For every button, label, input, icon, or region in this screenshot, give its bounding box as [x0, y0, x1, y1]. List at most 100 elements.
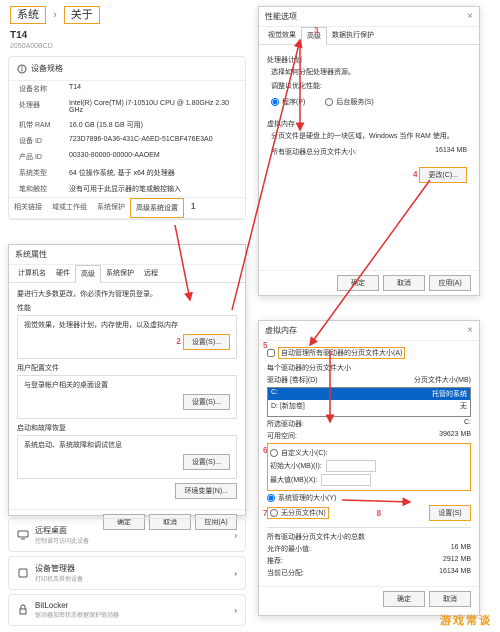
radio-no-paging[interactable]: 无分页文件(N): [267, 507, 329, 519]
bitlocker-item[interactable]: BitLocker驱动器加密状态根据保护驱动器 ›: [8, 594, 246, 626]
init-label: 初始大小(MB)(I):: [270, 461, 322, 471]
drive-list[interactable]: C:托管的系统 D: [新加卷]无: [267, 387, 471, 417]
link-related: 相关链接: [9, 198, 47, 218]
drive-c: C:托管的系统: [268, 388, 470, 400]
tab-dep[interactable]: 数据执行保护: [327, 27, 379, 44]
perf-label: 性能: [17, 303, 237, 313]
sysprops-intro: 要进行大多数更改，你必须作为管理员登录。: [17, 289, 237, 299]
watermark: 游戏常谈: [440, 612, 492, 628]
radio-system-managed[interactable]: 系统管理的大小(Y): [267, 493, 471, 503]
close-icon[interactable]: ×: [467, 325, 473, 336]
perf-desc: 视觉效果，处理器计划，内存使用，以及虚拟内存: [24, 320, 230, 330]
chevron-right-icon: ›: [234, 569, 237, 578]
auto-manage-checkbox[interactable]: 自动管理所有驱动器的分页文件大小(A): [267, 347, 471, 359]
bottom-settings-list: 远程桌面控制谁可访问此设备 › 设备管理器打印机及其他设备 › BitLocke…: [8, 518, 246, 630]
chevron-right-icon: ›: [234, 531, 237, 540]
perfopts-ok-button[interactable]: 确定: [337, 275, 379, 291]
related-links: 相关链接 域或工作组 系统保护 高级系统设置 1: [9, 197, 245, 219]
link-domain[interactable]: 域或工作组: [47, 198, 92, 218]
tab-sysprotect[interactable]: 系统保护: [101, 265, 139, 282]
userprof-label: 用户配置文件: [17, 363, 237, 373]
vm-total-label: 所有驱动器总分页文件大小:: [271, 147, 357, 157]
device-icon: [17, 567, 29, 579]
env-vars-button[interactable]: 环境变量(N)...: [175, 483, 237, 499]
max-size-input[interactable]: [321, 474, 371, 486]
total-header: 所有驱动器分页文件大小的总数: [267, 532, 471, 542]
startup-settings-button[interactable]: 设置(S)...: [183, 454, 230, 470]
rec-label: 推荐:: [267, 556, 283, 566]
init-size-input[interactable]: [326, 460, 376, 472]
close-icon[interactable]: ×: [467, 11, 473, 22]
marker-4: 4: [413, 170, 417, 179]
perfopts-cancel-button[interactable]: 取消: [383, 275, 425, 291]
spec-id-lbl: 设备 ID: [19, 136, 69, 146]
selected-drive-value: C:: [464, 419, 471, 429]
sched-desc: 选择如何分配处理器资源。: [271, 67, 467, 77]
device-manager-item[interactable]: 设备管理器打印机及其他设备 ›: [8, 556, 246, 590]
radio-programs[interactable]: 程序(P): [271, 97, 305, 107]
crumb-about[interactable]: 关于: [64, 6, 100, 24]
spec-cpu-val: Intel(R) Core(TM) i7-10510U CPU @ 1.80GH…: [69, 100, 235, 114]
tab-advanced[interactable]: 高级: [75, 265, 101, 283]
drive-d: D: [新加卷]无: [268, 400, 470, 412]
spec-ram-val: 16.0 GB (15.8 GB 可用): [69, 120, 235, 130]
chevron-right-icon: ›: [234, 606, 237, 615]
vm-change-button[interactable]: 更改(C)...: [419, 167, 467, 183]
vm-total-value: 16134 MB: [435, 147, 467, 157]
sysprops-tabs: 计算机名 硬件 高级 系统保护 远程: [9, 265, 245, 283]
virtual-memory-dialog: 虚拟内存 × 5 自动管理所有驱动器的分页文件大小(A) 每个驱动器的分页文件大…: [258, 320, 480, 616]
info-icon: [17, 64, 27, 74]
radio-custom-size[interactable]: 自定义大小(C):: [270, 448, 468, 458]
spec-type-lbl: 系统类型: [19, 168, 69, 178]
perfopts-tabs: 3 视觉效果 高级 数据执行保护: [259, 27, 479, 45]
crumb-system[interactable]: 系统: [10, 6, 46, 24]
perfopts-title: 性能选项 ×: [259, 7, 479, 27]
performance-options-dialog: 性能选项 × 3 视觉效果 高级 数据执行保护 处理器计划 选择如何分配处理器资…: [258, 6, 480, 296]
userprof-settings-button[interactable]: 设置(S)...: [183, 394, 230, 410]
spec-pid-val: 00330-80000-00000-AAOEM: [69, 152, 235, 162]
vmem-cancel-button[interactable]: 取消: [429, 591, 471, 607]
max-label: 最大值(MB)(X):: [270, 475, 317, 485]
marker-5: 5: [263, 341, 267, 350]
vmem-title: 虚拟内存 ×: [259, 321, 479, 341]
selected-drive-label: 所选驱动器:: [267, 419, 304, 429]
col-drive: 驱动器 [卷标](D): [267, 375, 318, 385]
link-advanced-system[interactable]: 高级系统设置: [130, 198, 184, 218]
vmem-set-button[interactable]: 设置(S): [429, 505, 471, 521]
vmem-ok-button[interactable]: 确定: [383, 591, 425, 607]
tab-computer-name[interactable]: 计算机名: [13, 265, 51, 282]
lock-icon: [17, 604, 29, 616]
marker-1: 1: [186, 198, 200, 218]
min-label: 允许的最小值:: [267, 544, 311, 554]
sched-label: 处理器计划: [267, 55, 471, 65]
vm-desc: 分页文件是硬盘上的一块区域，Windows 当作 RAM 使用。: [271, 131, 467, 141]
marker-2: 2: [176, 337, 180, 346]
cur-value: 16134 MB: [439, 568, 471, 578]
startup-desc: 系统启动、系统故障和调试信息: [24, 440, 230, 450]
vm-label: 虚拟内存: [267, 119, 471, 129]
remote-desktop-item[interactable]: 远程桌面控制谁可访问此设备 ›: [8, 518, 246, 552]
tab-remote[interactable]: 远程: [139, 265, 163, 282]
perfopts-apply-button[interactable]: 应用(A): [429, 275, 471, 291]
remote-icon: [17, 529, 29, 541]
spec-name-lbl: 设备名称: [19, 84, 69, 94]
marker-8: 8: [377, 509, 381, 518]
drive-header: 每个驱动器的分页文件大小: [267, 363, 471, 373]
tab-hardware[interactable]: 硬件: [51, 265, 75, 282]
crumb-sep: ›: [53, 9, 57, 21]
perf-settings-button[interactable]: 设置(S)...: [183, 334, 230, 350]
avail-value: 39623 MB: [439, 431, 471, 441]
rec-value: 2912 MB: [443, 556, 471, 566]
system-properties-dialog: 系统属性 计算机名 硬件 高级 系统保护 远程 要进行大多数更改，你必须作为管理…: [8, 244, 246, 516]
spec-header: 设备规格: [9, 57, 245, 81]
min-value: 16 MB: [451, 544, 471, 554]
cur-label: 当前已分配:: [267, 568, 304, 578]
spec-id-val: 723D7896-0A36-431C-A6ED-51CBF476E3A0: [69, 136, 235, 146]
avail-label: 可用空间:: [267, 431, 297, 441]
link-sysprotect[interactable]: 系统保护: [92, 198, 130, 218]
radio-services[interactable]: 后台服务(S): [325, 97, 373, 107]
spec-ram-lbl: 机带 RAM: [19, 120, 69, 130]
tab-visual-effects[interactable]: 视觉效果: [263, 27, 301, 44]
marker-7: 7: [263, 509, 267, 518]
spec-pen-val: 没有可用于此显示器的笔或触控输入: [69, 184, 235, 194]
